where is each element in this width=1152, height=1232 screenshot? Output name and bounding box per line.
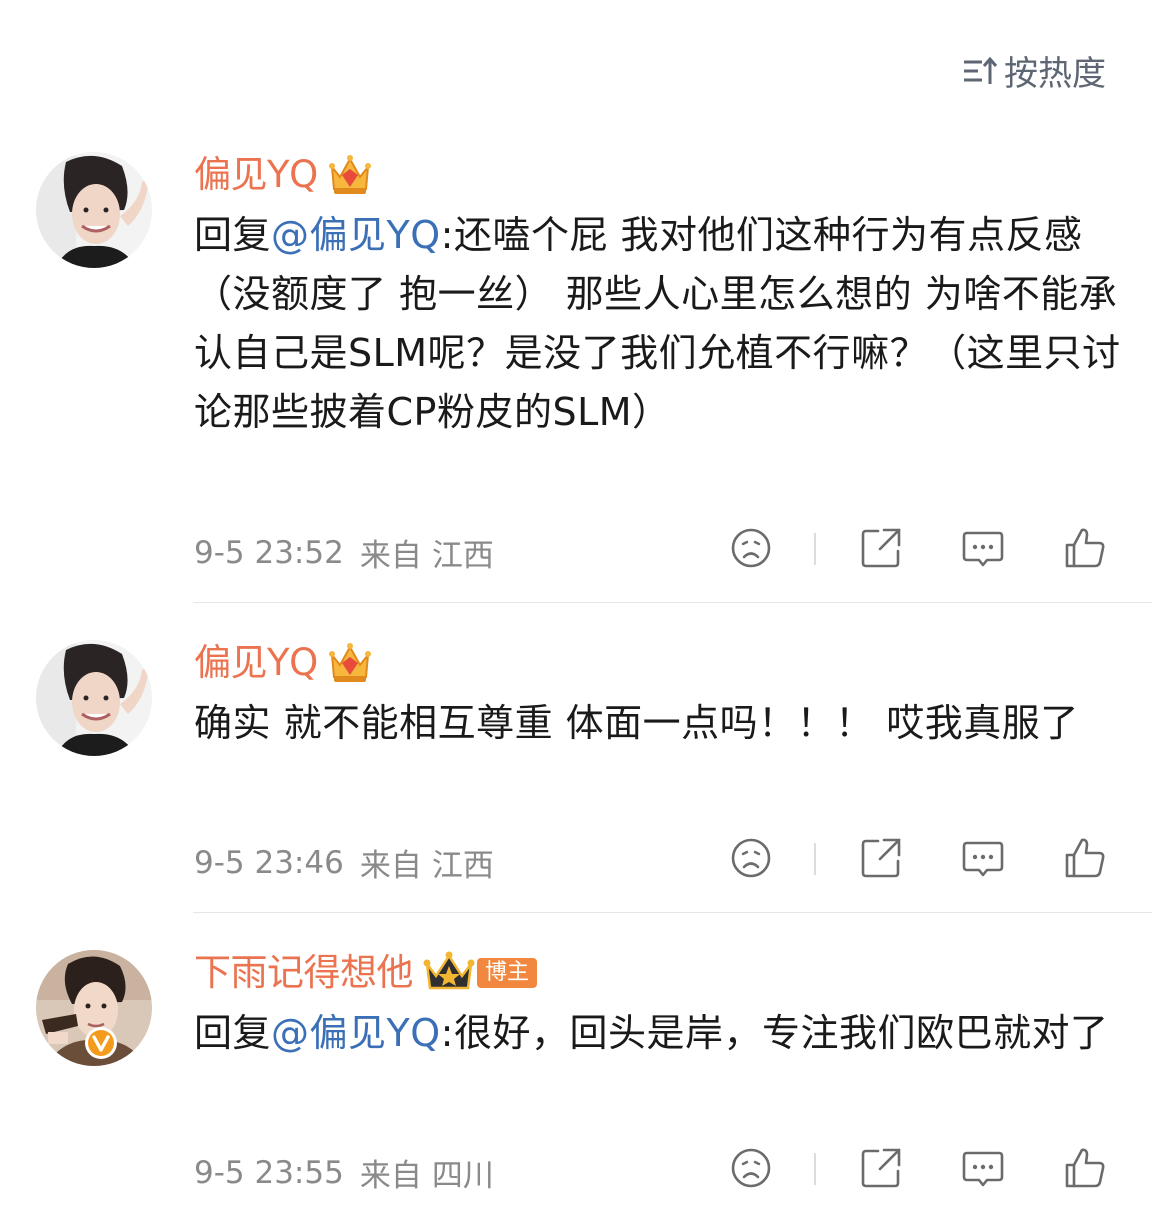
comment-text: 回复@偏见YQ:很好，回头是岸，专注我们欧巴就对了: [194, 1004, 1124, 1063]
comment-body: :很好，回头是岸，专注我们欧巴就对了: [440, 1011, 1109, 1055]
reply-icon[interactable]: [960, 525, 1006, 571]
crown-star-icon: [423, 950, 475, 996]
location: 四川: [431, 1158, 494, 1194]
comment-actions: [728, 835, 1108, 883]
comment-body: 确实 就不能相互尊重 体面一点吗！！！ 哎我真服了: [194, 701, 1079, 745]
sort-by-heat-button[interactable]: 按热度: [962, 46, 1106, 95]
crown-gem-icon: [328, 641, 372, 685]
avatar[interactable]: [36, 640, 152, 756]
like-icon[interactable]: [1062, 835, 1108, 881]
reply-icon[interactable]: [960, 1145, 1006, 1191]
reply-prefix: 回复: [194, 213, 272, 257]
comment-item: 偏见YQ 回复@偏见YQ:还嗑个屁 我对他们这种行为有点反感（没额度了 抱一丝）…: [0, 148, 1152, 603]
from-label: 来自: [359, 848, 422, 884]
username[interactable]: 下雨记得想他: [194, 948, 414, 998]
sort-icon: [962, 54, 998, 88]
comment-meta: 9-5 23:55 来自 四川: [194, 1150, 494, 1195]
reply-prefix: 回复: [194, 1011, 272, 1055]
comment-meta: 9-5 23:46 来自 江西: [194, 840, 494, 885]
comment-text: 回复@偏见YQ:还嗑个屁 我对他们这种行为有点反感（没额度了 抱一丝） 那些人心…: [194, 206, 1124, 442]
mention-link[interactable]: @偏见YQ: [271, 213, 441, 257]
divider: [193, 602, 1152, 603]
verified-v-icon: [84, 1026, 118, 1060]
username[interactable]: 偏见YQ: [194, 150, 318, 200]
dislike-icon[interactable]: [728, 1145, 774, 1191]
like-icon[interactable]: [1062, 1145, 1108, 1191]
sort-label: 按热度: [1004, 54, 1106, 94]
comment-actions: [728, 1145, 1108, 1193]
comment-actions: [728, 525, 1108, 573]
comment-meta: 9-5 23:52 来自 江西: [194, 530, 494, 575]
comment-date: 9-5 23:55: [194, 1154, 344, 1191]
location: 江西: [431, 538, 494, 574]
comment-text: 确实 就不能相互尊重 体面一点吗！！！ 哎我真服了: [194, 694, 1124, 753]
separator: [814, 533, 816, 565]
separator: [814, 1153, 816, 1185]
from-label: 来自: [359, 538, 422, 574]
mention-link[interactable]: @偏见YQ: [271, 1011, 441, 1055]
location: 江西: [431, 848, 494, 884]
reply-icon[interactable]: [960, 835, 1006, 881]
share-icon[interactable]: [858, 1145, 904, 1191]
blogger-tag: 博主: [477, 958, 538, 988]
divider: [193, 912, 1152, 913]
from-label: 来自: [359, 1158, 422, 1194]
crown-gem-icon: [328, 153, 372, 197]
avatar[interactable]: [36, 152, 152, 268]
comment-date: 9-5 23:52: [194, 534, 344, 571]
separator: [814, 843, 816, 875]
dislike-icon[interactable]: [728, 835, 774, 881]
comment-date: 9-5 23:46: [194, 844, 344, 881]
comment-item: 下雨记得想他 博主 回复@偏见YQ:很好，回头是岸，专注我们欧巴就对了 9-5 …: [0, 946, 1152, 1232]
comment-item: 偏见YQ 确实 就不能相互尊重 体面一点吗！！！ 哎我真服了 9-5 23:46…: [0, 636, 1152, 913]
share-icon[interactable]: [858, 835, 904, 881]
username[interactable]: 偏见YQ: [194, 638, 318, 688]
dislike-icon[interactable]: [728, 525, 774, 571]
like-icon[interactable]: [1062, 525, 1108, 571]
share-icon[interactable]: [858, 525, 904, 571]
